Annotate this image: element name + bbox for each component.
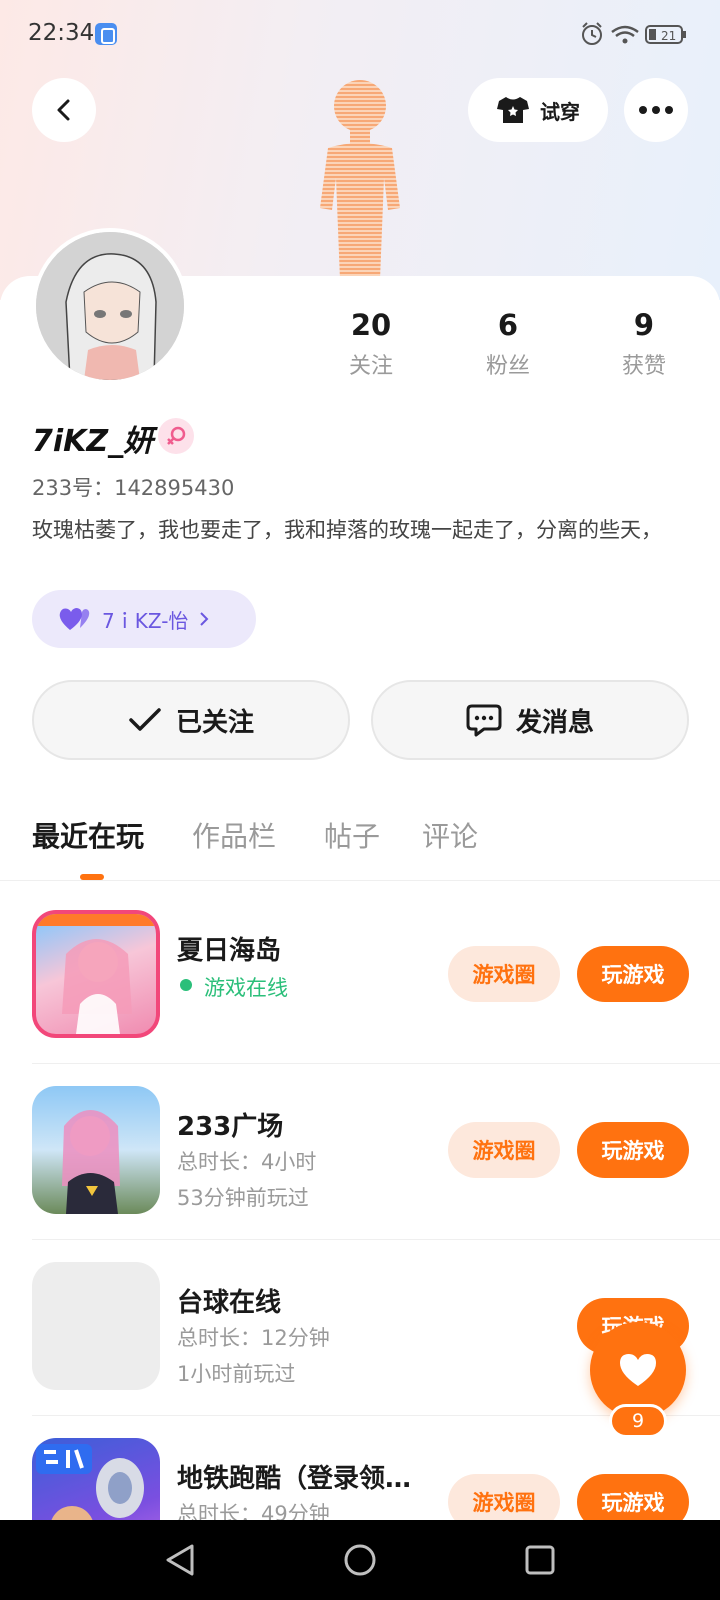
game-online-status: 游戏在线 [204, 976, 288, 1000]
stat-following[interactable]: 20 关注 [326, 308, 416, 380]
stat-fans[interactable]: 6 粉丝 [463, 308, 553, 380]
status-indicators: 21 [580, 20, 690, 48]
alarm-icon [582, 22, 602, 45]
play-game-button[interactable]: 玩游戏 [577, 946, 689, 1002]
stat-following-value: 20 [350, 308, 392, 342]
game-name: 地铁跑酷（登录领… [177, 1464, 412, 1494]
game-name: 台球在线 [177, 1288, 282, 1318]
more-button[interactable] [624, 78, 688, 142]
back-icon [57, 99, 70, 121]
cp-tag-label: 7ｉKZ-怡 [102, 608, 189, 633]
tryon-button[interactable]: 试穿 [468, 78, 608, 142]
nav-recents-icon [525, 1545, 555, 1575]
avatar[interactable] [32, 228, 188, 384]
game-total-time: 总时长：12分钟 [177, 1326, 330, 1350]
check-icon [129, 708, 161, 731]
system-navigation-bar [0, 1520, 720, 1600]
game-art [36, 914, 156, 1034]
nav-buttons [166, 1544, 555, 1576]
game-row[interactable]: 夏日海岛 游戏在线 游戏圈 玩游戏 [32, 888, 720, 1064]
nav-home-icon [344, 1544, 376, 1576]
battery-level: 21 [661, 29, 676, 43]
nav-back-icon [166, 1544, 194, 1576]
more-icon [639, 106, 673, 114]
gender-badge [158, 418, 194, 454]
game-circle-button[interactable]: 游戏圈 [448, 946, 560, 1002]
game-total-time: 总时长：4小时 [177, 1150, 317, 1174]
tab-recent-play[interactable]: 最近在玩 [32, 815, 144, 855]
game-name: 夏日海岛 [177, 936, 282, 966]
shirt-icon [497, 97, 529, 123]
game-name: 233广场 [177, 1112, 284, 1142]
game-last-played: 53分钟前玩过 [177, 1186, 309, 1210]
tab-divider [0, 880, 720, 881]
game-icon-233-plaza [32, 1086, 160, 1214]
game-icon-summer-island [32, 910, 160, 1038]
online-status-dot [180, 979, 192, 991]
heart-icon [620, 1354, 656, 1386]
tab-posts[interactable]: 帖子 [324, 815, 380, 855]
female-icon [167, 426, 186, 445]
app-notification-icon [95, 23, 117, 45]
username: 7iKZ_妍 [32, 424, 154, 459]
user-bio: 玫瑰枯萎了，我也要走了，我和掉落的玫瑰一起走了，分离的些天， [32, 518, 662, 542]
play-game-button[interactable]: 玩游戏 [577, 1122, 689, 1178]
stat-fans-value: 6 [497, 308, 519, 342]
game-last-played: 1小时前玩过 [177, 1362, 296, 1386]
tab-works[interactable]: 作品栏 [192, 815, 276, 855]
chevron-right-icon [200, 612, 209, 626]
game-art [62, 1110, 120, 1214]
stat-likes[interactable]: 9 获赞 [599, 308, 689, 380]
avatar-image [36, 232, 184, 380]
stat-fans-label: 粉丝 [485, 354, 530, 379]
tryon-label: 试穿 [540, 99, 580, 124]
wifi-icon [611, 25, 639, 44]
status-icons: 21 [582, 22, 686, 45]
tab-comments[interactable]: 评论 [422, 815, 478, 855]
cp-relationship-tag[interactable]: 7ｉKZ-怡 [32, 590, 256, 648]
game-icon-placeholder [32, 1262, 160, 1390]
stat-likes-value: 9 [633, 308, 655, 342]
chat-icon [466, 704, 502, 737]
stat-likes-label: 获赞 [621, 354, 666, 379]
avatar-3d-figure [320, 80, 400, 280]
status-bar: 22:34 21 [0, 0, 720, 68]
stat-following-label: 关注 [348, 354, 393, 379]
message-label: 发消息 [515, 707, 594, 738]
heart-icon [59, 608, 90, 630]
status-time: 22:34 [28, 20, 95, 46]
user-id: 233号：142895430 [32, 476, 235, 500]
back-button[interactable] [32, 78, 96, 142]
like-count-badge: 9 [609, 1404, 667, 1438]
following-label: 已关注 [175, 707, 254, 738]
game-row[interactable]: 233广场 总时长：4小时 53分钟前玩过 游戏圈 玩游戏 [32, 1064, 720, 1240]
message-button[interactable]: 发消息 [371, 680, 689, 760]
following-button[interactable]: 已关注 [32, 680, 350, 760]
game-circle-button[interactable]: 游戏圈 [448, 1122, 560, 1178]
